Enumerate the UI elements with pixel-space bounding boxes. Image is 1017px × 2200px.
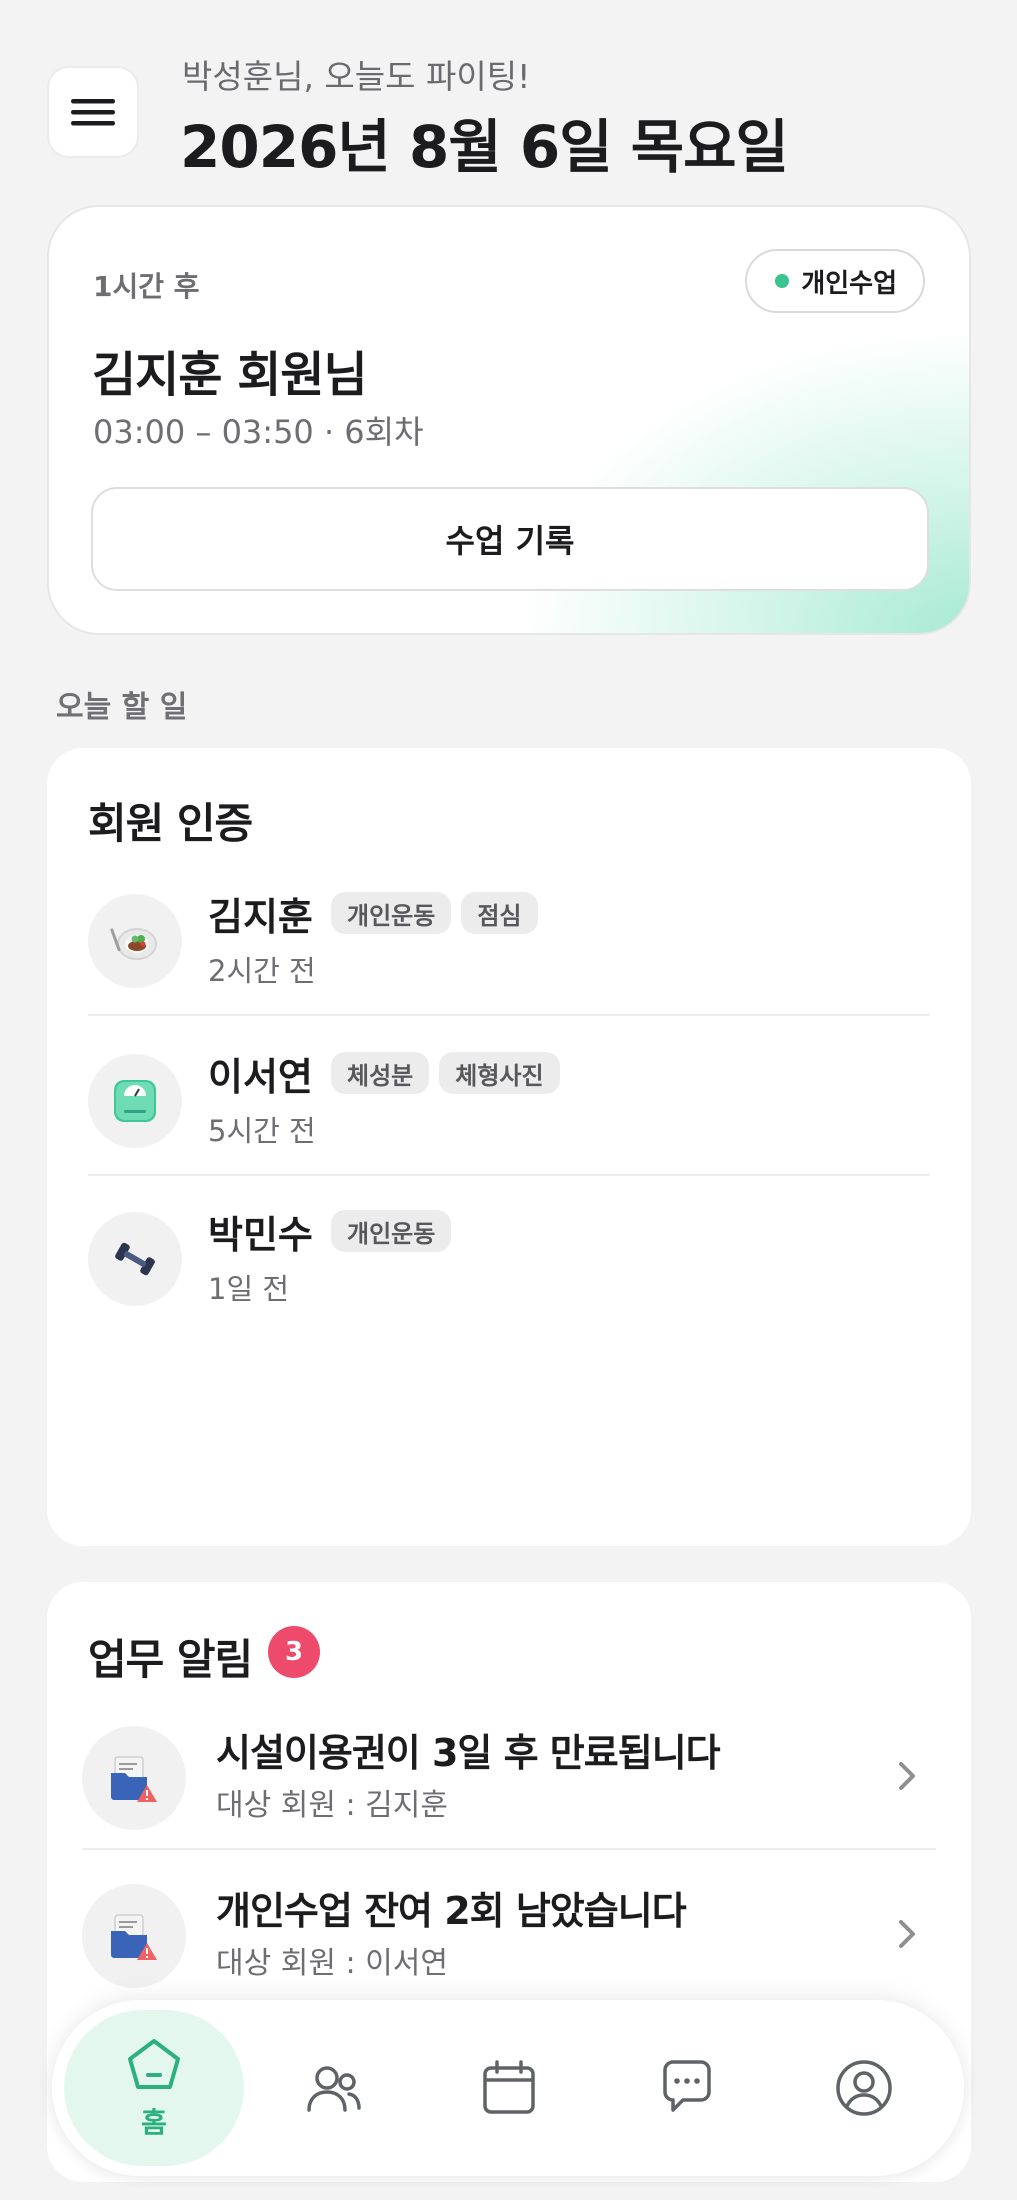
alert-item[interactable]: 시설이용권이 3일 후 만료됩니다 대상 회원 : 김지훈 — [82, 1692, 936, 1850]
chevron-right-icon — [899, 1920, 915, 1948]
timestamp: 5시간 전 — [208, 1114, 316, 1148]
dumbbell-icon — [88, 1212, 182, 1306]
bottom-nav: 홈 — [52, 2000, 964, 2176]
folder-warning-icon — [82, 1884, 186, 1988]
class-type-badge: 개인수업 — [745, 249, 925, 313]
nav-chat[interactable] — [597, 2010, 777, 2166]
class-record-button[interactable]: 수업 기록 — [91, 487, 929, 591]
chat-icon — [663, 2060, 711, 2112]
tag: 개인운동 — [331, 1210, 452, 1252]
home-icon — [128, 2039, 180, 2089]
page-title: 2026년 8월 6일 목요일 — [180, 113, 789, 181]
list-item[interactable]: 이서연 체성분 체형사진 5시간 전 — [88, 1018, 930, 1176]
menu-button[interactable] — [47, 66, 139, 158]
member-name: 이서연 — [208, 1055, 313, 1099]
members-icon — [307, 2066, 361, 2112]
hamburger-icon — [71, 99, 115, 126]
next-class-card[interactable]: 1시간 후 개인수업 김지훈 회원님 03:00 – 03:50 · 6회차 수… — [47, 205, 971, 635]
nav-home[interactable]: 홈 — [64, 2010, 244, 2166]
member-verification-card: 회원 인증 김지훈 개인운동 점심 2시간 전 이서연 체성분 체형사진 5시간… — [47, 748, 971, 1546]
member-name: 김지훈 회원님 — [92, 347, 368, 403]
session-info: 03:00 – 03:50 · 6회차 — [93, 413, 424, 451]
tag-list: 개인운동 점심 — [331, 892, 538, 934]
timestamp: 2시간 전 — [208, 954, 316, 988]
tag: 체성분 — [331, 1052, 430, 1094]
greeting: 박성훈님, 오늘도 파이팅! — [182, 57, 531, 96]
header: 박성훈님, 오늘도 파이팅! 2026년 8월 6일 목요일 — [47, 50, 977, 181]
alert-text: 개인수업 잔여 2회 남았습니다 — [216, 1889, 687, 1933]
list-item[interactable]: 김지훈 개인운동 점심 2시간 전 — [88, 858, 930, 1016]
alert-text: 시설이용권이 3일 후 만료됩니다 — [216, 1731, 721, 1775]
timestamp: 1일 전 — [208, 1272, 290, 1306]
nav-profile[interactable] — [774, 2010, 954, 2166]
tag: 체형사진 — [439, 1052, 560, 1094]
profile-icon — [836, 2060, 892, 2116]
alert-item[interactable]: 개인수업 잔여 2회 남았습니다 대상 회원 : 이서연 — [82, 1850, 936, 2008]
nav-members[interactable] — [243, 2010, 423, 2166]
member-name: 박민수 — [208, 1213, 313, 1257]
list-item[interactable]: 박민수 개인운동 1일 전 — [88, 1176, 930, 1334]
tag-list: 체성분 체형사진 — [331, 1052, 560, 1094]
tag: 개인운동 — [331, 892, 452, 934]
chevron-right-icon — [899, 1762, 915, 1790]
card-title: 회원 인증 — [88, 799, 253, 848]
scale-icon — [88, 1054, 182, 1148]
tag: 점심 — [461, 892, 538, 934]
nav-calendar[interactable] — [419, 2010, 599, 2166]
card-title: 업무 알림 — [88, 1635, 253, 1684]
class-type-label: 개인수업 — [801, 268, 897, 299]
folder-warning-icon — [82, 1726, 186, 1830]
count-badge: 3 — [268, 1626, 320, 1678]
member-name: 김지훈 — [208, 895, 313, 939]
status-dot — [775, 274, 790, 288]
calendar-icon — [483, 2060, 535, 2114]
todo-section-label: 오늘 할 일 — [56, 690, 188, 725]
alert-target: 대상 회원 : 이서연 — [216, 1946, 448, 1981]
time-until: 1시간 후 — [93, 270, 200, 303]
meal-plate-icon — [88, 894, 182, 988]
tag-list: 개인운동 — [331, 1210, 452, 1252]
alert-target: 대상 회원 : 김지훈 — [216, 1788, 448, 1823]
nav-home-label: 홈 — [141, 2106, 167, 2139]
